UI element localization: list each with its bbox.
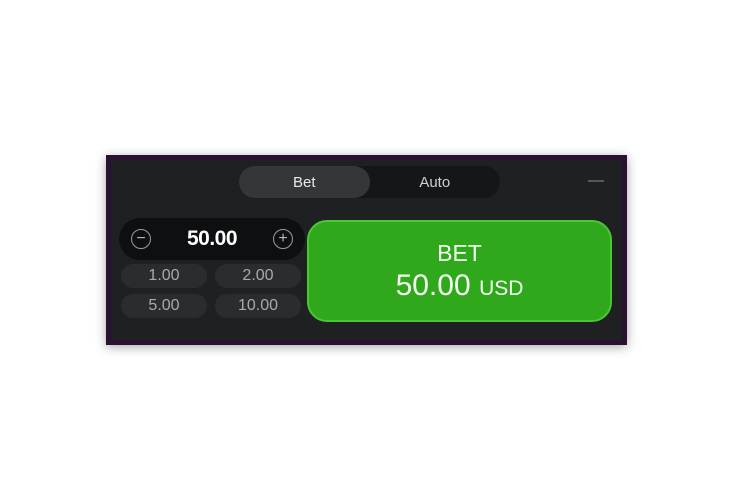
tab-bet[interactable]: Bet bbox=[239, 166, 370, 198]
bet-button-amount: 50.00 bbox=[395, 268, 471, 302]
quick-amount-10[interactable]: 10.00 bbox=[215, 294, 301, 318]
bet-button[interactable]: BET 50.00 USD bbox=[307, 220, 612, 322]
tab-auto[interactable]: Auto bbox=[370, 166, 501, 198]
bet-button-label: BET bbox=[437, 239, 482, 266]
bet-widget-frame: Bet Auto − 50.00 + 1.00 2.00 5.00 10.00 … bbox=[106, 155, 627, 345]
bet-panel: Bet Auto − 50.00 + 1.00 2.00 5.00 10.00 … bbox=[111, 160, 622, 340]
bet-button-amount-row: 50.00 USD bbox=[395, 268, 524, 302]
quick-amount-2[interactable]: 2.00 bbox=[215, 264, 301, 288]
amount-stepper: − 50.00 + bbox=[119, 218, 305, 260]
plus-circle-icon[interactable]: + bbox=[273, 229, 293, 249]
quick-amount-5[interactable]: 5.00 bbox=[121, 294, 207, 318]
mode-tabs: Bet Auto bbox=[239, 166, 500, 198]
collapse-icon[interactable] bbox=[588, 180, 604, 182]
bet-button-currency: USD bbox=[479, 276, 524, 300]
minus-circle-icon[interactable]: − bbox=[131, 229, 151, 249]
bet-amount-input[interactable]: 50.00 bbox=[187, 227, 238, 251]
quick-amounts: 1.00 2.00 5.00 10.00 bbox=[121, 264, 303, 318]
quick-amount-1[interactable]: 1.00 bbox=[121, 264, 207, 288]
